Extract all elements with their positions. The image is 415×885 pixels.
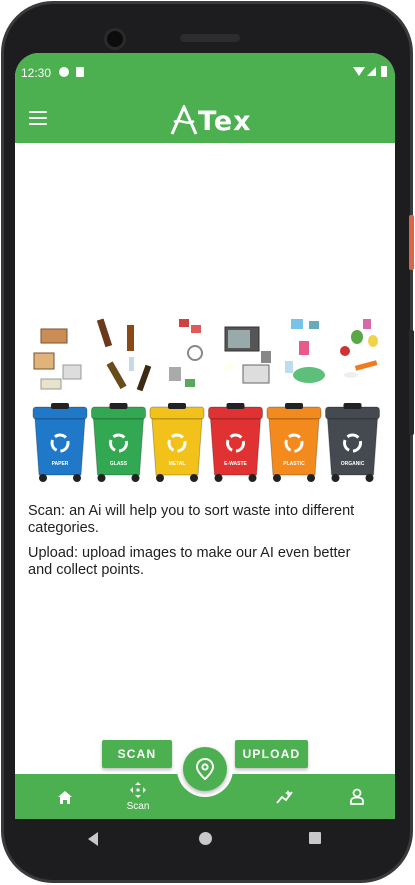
menu-icon[interactable] (29, 111, 47, 125)
volume-button (409, 330, 414, 435)
nav-scan[interactable]: Scan (121, 774, 155, 819)
bin-label: METAL (169, 461, 186, 467)
sd-card-icon (76, 67, 84, 77)
bin-label: PAPER (52, 461, 69, 467)
power-button (409, 215, 414, 270)
e-waste-icon (224, 326, 271, 384)
back-icon[interactable] (88, 832, 98, 846)
move-icon (130, 782, 146, 798)
person-icon (350, 788, 364, 805)
nav-stats[interactable] (271, 774, 299, 819)
status-bar: 12:30 (15, 63, 395, 83)
recycling-bin-e-waste: E-WASTE (208, 403, 263, 482)
bin-wheel (248, 474, 257, 482)
bin-wheel (190, 474, 198, 482)
system-navigation-bar (15, 819, 395, 859)
bin-wheel (365, 474, 374, 482)
app-screen: 12:30 Tex PAPER GLASS METAL E-WASTE PLAS… (15, 53, 395, 819)
bin-wheel (73, 474, 81, 482)
location-fab[interactable] (183, 747, 227, 791)
glass-waste-icon (96, 318, 152, 392)
bin-label: ORGANIC (341, 461, 365, 467)
location-pin-icon (195, 758, 215, 780)
insights-icon (276, 790, 293, 804)
bin-wheel (97, 474, 106, 482)
app-bar: 12:30 Tex (15, 53, 395, 143)
metal-waste-icon (169, 319, 203, 387)
bin-label: E-WASTE (224, 461, 247, 467)
waste-bins-illustration: PAPER GLASS METAL E-WASTE PLASTIC ORGANIC (32, 318, 380, 482)
bin-wheel (156, 474, 164, 482)
info-text: Scan: an Ai will help you to sort waste … (28, 503, 378, 587)
data-saver-icon (59, 67, 69, 77)
organic-waste-icon (340, 319, 378, 378)
upload-description: Upload: upload images to make our AI eve… (28, 545, 351, 578)
nav-profile[interactable] (343, 774, 371, 819)
plastic-waste-icon (285, 319, 325, 383)
bin-wheel (131, 474, 140, 482)
signal-icon (367, 67, 376, 76)
app-logo: Tex (170, 103, 260, 137)
home-icon (58, 791, 72, 804)
home-circle-icon[interactable] (199, 832, 212, 845)
scan-description: Scan: an Ai will help you to sort waste … (28, 503, 355, 536)
recents-icon[interactable] (309, 832, 321, 844)
bin-wheel (39, 474, 47, 482)
earpiece (180, 34, 240, 42)
recycling-bin-glass: GLASS (91, 403, 146, 482)
bin-wheel (331, 474, 340, 482)
front-camera (104, 28, 126, 50)
logo-a-icon (170, 105, 198, 135)
bin-wheel (273, 474, 281, 482)
recycling-bin-organic: ORGANIC (325, 403, 380, 482)
wifi-icon (353, 67, 365, 76)
scan-button[interactable]: SCAN (102, 740, 172, 768)
bin-wheel (307, 474, 315, 482)
recycling-bin-plastic: PLASTIC (266, 403, 322, 482)
paper-waste-icon (33, 328, 82, 390)
nav-home[interactable] (51, 774, 79, 819)
app-title: Tex (198, 106, 252, 137)
recycling-bin-paper: PAPER (32, 403, 88, 482)
bin-wheel (214, 474, 223, 482)
recycling-bin-metal: METAL (149, 403, 205, 482)
bin-label: PLASTIC (283, 461, 305, 467)
upload-button[interactable]: UPLOAD (235, 740, 308, 768)
bin-label: GLASS (110, 461, 128, 467)
nav-scan-label: Scan (126, 801, 150, 812)
battery-icon (381, 66, 387, 77)
status-time: 12:30 (21, 66, 52, 80)
